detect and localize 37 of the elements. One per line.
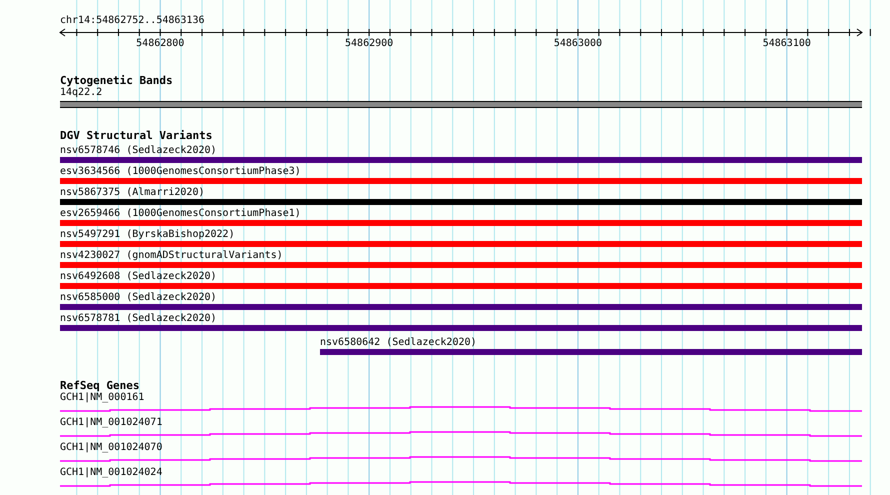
variant-bar[interactable] xyxy=(60,157,862,163)
track-title: RefSeq Genes xyxy=(60,380,140,392)
band-label: 14q22.2 xyxy=(60,87,102,99)
variant-label: nsv5867375 (Almarri2020) xyxy=(60,187,204,199)
gene-label: GCH1|NM_001024070 xyxy=(60,442,162,454)
gene-model-drawing[interactable] xyxy=(60,406,862,412)
variant-label: nsv6492608 (Sedlazeck2020) xyxy=(60,271,217,283)
variant-bar[interactable] xyxy=(60,241,862,247)
variant-label: nsv6578781 (Sedlazeck2020) xyxy=(60,313,217,325)
variant-label: esv2659466 (1000GenomesConsortiumPhase1) xyxy=(60,208,301,220)
variant-bar[interactable] xyxy=(60,304,862,310)
gene-model-drawing[interactable] xyxy=(60,481,862,487)
gene-label: GCH1|NM_001024071 xyxy=(60,417,162,429)
tick-label: 54862800 xyxy=(136,38,184,49)
variant-bar[interactable] xyxy=(320,349,862,355)
variant-label: nsv6585000 (Sedlazeck2020) xyxy=(60,292,217,304)
variant-bar[interactable] xyxy=(60,199,862,205)
region-label: chr14:54862752..54863136 xyxy=(60,15,206,27)
gene-label: GCH1|NM_001024024 xyxy=(60,467,162,479)
variant-label: nsv6578746 (Sedlazeck2020) xyxy=(60,145,217,157)
variant-label: nsv5497291 (ByrskaBishop2022) xyxy=(60,229,235,241)
tick-label: 54863100 xyxy=(762,38,811,49)
variant-bar[interactable] xyxy=(60,283,862,289)
variant-bar[interactable] xyxy=(60,325,862,331)
tick-label: 54863000 xyxy=(554,38,602,49)
variant-bar[interactable] xyxy=(60,220,862,226)
tick-label: 54862900 xyxy=(345,38,394,49)
variant-bar[interactable] xyxy=(60,178,862,184)
gene-model-drawing[interactable] xyxy=(60,456,862,462)
variant-label: nsv6580642 (Sedlazeck2020) xyxy=(320,337,477,349)
variant-label: nsv4230027 (gnomADStructuralVariants) xyxy=(60,250,283,262)
track-title: Cytogenetic Bands xyxy=(60,75,174,87)
gene-model-drawing[interactable] xyxy=(60,431,862,437)
gene-label: GCH1|NM_000161 xyxy=(60,392,144,404)
variant-label: esv3634566 (1000GenomesConsortiumPhase3) xyxy=(60,166,301,178)
variant-bar[interactable] xyxy=(60,262,862,268)
track-title: DGV Structural Variants xyxy=(60,130,214,142)
